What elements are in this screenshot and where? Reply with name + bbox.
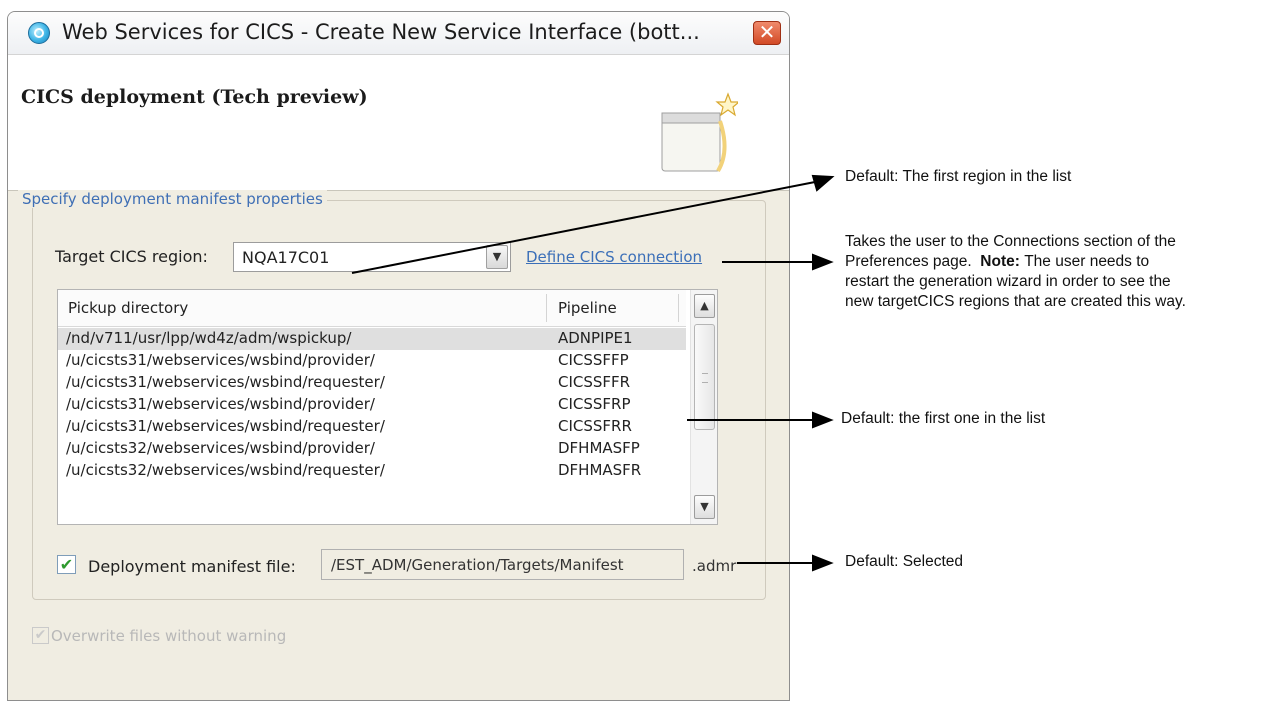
- connection-annotation-line: restart the generation wizard in order t…: [845, 273, 1171, 290]
- annotation-arrows: [351, 174, 835, 572]
- connection-annotation-line: Preferences page. Note: The user needs t…: [845, 252, 1186, 272]
- note-label: Note:: [980, 253, 1020, 270]
- region-arrowhead: [811, 174, 835, 192]
- manifest-annotation: Default: Selected: [845, 553, 964, 570]
- connection-annotation-line: new targetCICS regions that are created …: [845, 293, 1186, 310]
- connection-annotation: Takes the user to the Connections sectio…: [845, 232, 1186, 312]
- region-callout-line: [351, 181, 816, 274]
- connection-arrowhead: [812, 253, 834, 271]
- pickup-arrowhead: [812, 411, 834, 429]
- region-annotation: Default: The first region in the list: [845, 168, 1072, 185]
- connection-annotation-line: Takes the user to the Connections sectio…: [845, 233, 1176, 250]
- manifest-arrowhead: [812, 554, 834, 572]
- connection-annotation-text: Preferences page.: [845, 253, 972, 270]
- connection-annotation-text: The user needs to: [1024, 253, 1150, 270]
- pickup-annotation: Default: the first one in the list: [841, 410, 1046, 427]
